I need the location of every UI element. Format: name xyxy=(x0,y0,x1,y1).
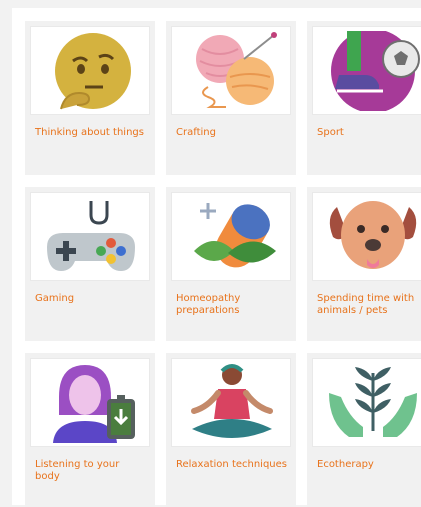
yarn-ball-icon xyxy=(196,32,277,108)
game-controller-icon xyxy=(47,201,135,271)
card-thumbnail xyxy=(171,192,291,281)
card-thumbnail xyxy=(30,192,150,281)
herbal-capsule-icon xyxy=(194,203,276,268)
activity-card-pets[interactable]: Spending time with animals / pets xyxy=(307,187,421,341)
activity-card-thinking[interactable]: Thinking about things xyxy=(25,21,155,175)
card-thumbnail xyxy=(30,26,150,115)
card-thumbnail xyxy=(312,358,421,447)
plant-hands-icon xyxy=(329,367,417,437)
activity-card-ecotherapy[interactable]: Ecotherapy xyxy=(307,353,421,507)
card-label: Gaming xyxy=(35,293,75,304)
thinking-face-icon xyxy=(55,33,131,110)
card-label: Homeopathy preparations xyxy=(176,293,241,316)
soccer-icon xyxy=(331,31,420,111)
activity-card-body[interactable]: Listening to your body xyxy=(25,353,155,507)
activity-grid: Thinking about things Crafting Sport Gam… xyxy=(25,21,421,507)
card-thumbnail xyxy=(171,358,291,447)
activity-card-sport[interactable]: Sport xyxy=(307,21,421,175)
person-battery-icon xyxy=(53,365,135,443)
meditation-icon xyxy=(191,364,273,438)
card-label: Thinking about things xyxy=(35,127,144,138)
activity-card-homeopathy[interactable]: Homeopathy preparations xyxy=(166,187,296,341)
card-label: Relaxation techniques xyxy=(176,459,288,470)
card-thumbnail xyxy=(312,26,421,115)
card-label: Ecotherapy xyxy=(317,459,374,470)
activity-card-relaxation[interactable]: Relaxation techniques xyxy=(166,353,296,507)
content-panel: Thinking about things Crafting Sport Gam… xyxy=(12,8,421,507)
card-label: Spending time with animals / pets xyxy=(317,293,415,316)
card-thumbnail xyxy=(30,358,150,447)
card-thumbnail xyxy=(312,192,421,281)
activity-card-gaming[interactable]: Gaming xyxy=(25,187,155,341)
dog-face-icon xyxy=(329,201,417,269)
activity-card-crafting[interactable]: Crafting xyxy=(166,21,296,175)
card-label: Listening to your body xyxy=(35,459,120,482)
card-label: Crafting xyxy=(176,127,216,138)
card-label: Sport xyxy=(317,127,344,138)
card-thumbnail xyxy=(171,26,291,115)
